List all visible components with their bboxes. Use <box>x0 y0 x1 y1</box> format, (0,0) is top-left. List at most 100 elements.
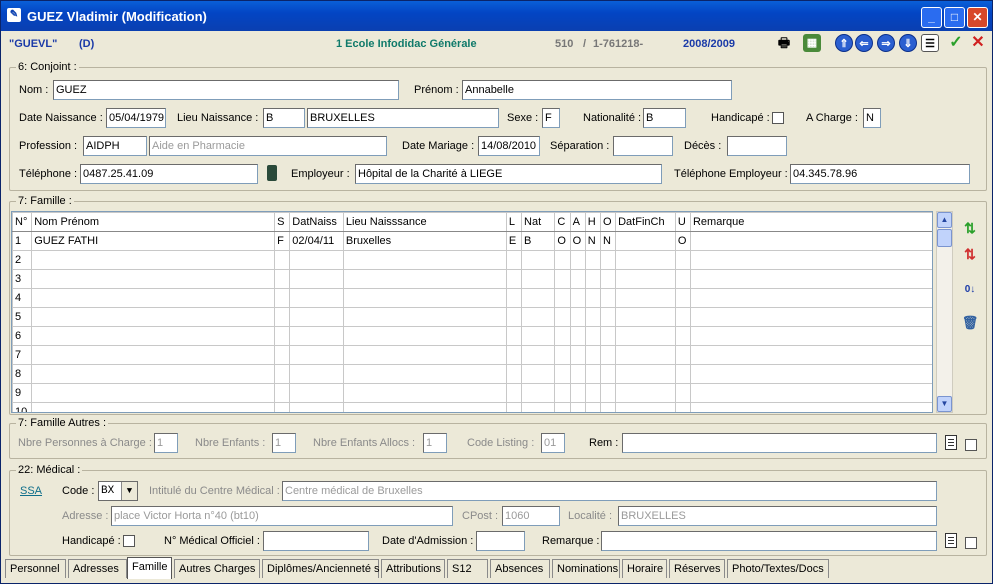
scroll-thumb[interactable] <box>937 229 952 247</box>
grid-cell[interactable] <box>569 364 586 384</box>
grid-cell[interactable]: F <box>274 231 291 251</box>
grid-cell[interactable] <box>521 288 556 308</box>
telephone-field[interactable]: 0487.25.41.09 <box>80 164 258 184</box>
table-row[interactable]: 3 <box>12 269 932 289</box>
date-mariage-field[interactable]: 14/08/2010 <box>478 136 540 156</box>
grid-cell[interactable] <box>569 250 586 270</box>
separation-field[interactable] <box>613 136 673 156</box>
print-icon[interactable]: 🖶 <box>775 34 793 52</box>
grid-cell[interactable] <box>615 326 676 346</box>
move-up-icon[interactable]: ⇅ <box>961 219 979 237</box>
grid-cell[interactable] <box>674 402 691 412</box>
chevron-down-icon[interactable]: ▼ <box>121 482 137 500</box>
grid-cell[interactable] <box>584 307 601 327</box>
grid-cell[interactable] <box>505 364 523 384</box>
grid-cell[interactable] <box>689 288 932 308</box>
ssa-link[interactable]: SSA <box>20 485 42 497</box>
grid-cell[interactable] <box>31 269 276 289</box>
grid-cell[interactable] <box>274 402 291 412</box>
grid-cell[interactable] <box>274 364 291 384</box>
grid-cell[interactable] <box>521 364 556 384</box>
grid-cell[interactable] <box>599 402 617 412</box>
grid-cell[interactable] <box>689 364 932 384</box>
grid-cell[interactable] <box>599 288 617 308</box>
grid-cell[interactable]: E <box>505 231 523 251</box>
row-number[interactable]: 10 <box>12 402 33 412</box>
grid-cell[interactable] <box>569 326 586 346</box>
grid-cell[interactable] <box>674 383 691 403</box>
grid-cell[interactable] <box>554 269 571 289</box>
handicape-checkbox[interactable] <box>772 112 784 124</box>
grid-cell[interactable] <box>31 250 276 270</box>
grid-cell[interactable] <box>615 364 676 384</box>
grid-cell[interactable] <box>569 383 586 403</box>
grid-cell[interactable] <box>584 364 601 384</box>
grid-cell[interactable] <box>274 326 291 346</box>
grid-cell[interactable] <box>521 402 556 412</box>
row-number[interactable]: 9 <box>12 383 33 403</box>
grid-cell[interactable] <box>31 364 276 384</box>
row-number[interactable]: 8 <box>12 364 33 384</box>
a-charge-field[interactable]: N <box>863 108 881 128</box>
grid-cell[interactable] <box>342 345 507 365</box>
grid-cell[interactable] <box>674 307 691 327</box>
grid-cell[interactable] <box>289 326 344 346</box>
grid-cell[interactable] <box>289 269 344 289</box>
grid-cell[interactable] <box>342 307 507 327</box>
grid-cell[interactable] <box>615 345 676 365</box>
employeur-field[interactable]: Hôpital de la Charité à LIEGE <box>355 164 662 184</box>
col-header[interactable]: S <box>274 212 291 232</box>
minimize-button[interactable]: _ <box>921 7 942 28</box>
grid-cell[interactable]: Bruxelles <box>342 231 507 251</box>
grid-cell[interactable] <box>584 288 601 308</box>
grid-cell[interactable] <box>689 402 932 412</box>
grid-cell[interactable] <box>274 383 291 403</box>
list-icon[interactable]: ☰ <box>921 34 939 52</box>
grid-cell[interactable] <box>274 345 291 365</box>
grid-cell[interactable] <box>689 250 932 270</box>
tab-photo-textes-docs[interactable]: Photo/Textes/Docs <box>727 559 829 578</box>
col-header[interactable]: Nom Prénom <box>31 212 276 232</box>
grid-cell[interactable] <box>569 402 586 412</box>
phone-icon[interactable] <box>267 165 277 181</box>
grid-cell[interactable] <box>521 269 556 289</box>
col-header[interactable]: Nat <box>521 212 556 232</box>
grid-cell[interactable] <box>342 269 507 289</box>
lieu-naissance-field[interactable]: BRUXELLES <box>307 108 499 128</box>
scroll-down-icon[interactable]: ▼ <box>937 396 952 412</box>
medical-remark-checkbox[interactable] <box>965 537 977 549</box>
col-header[interactable]: H <box>584 212 601 232</box>
grid-cell[interactable] <box>615 288 676 308</box>
grid-cell[interactable] <box>505 402 523 412</box>
row-number[interactable]: 2 <box>12 250 33 270</box>
grid-cell[interactable] <box>289 364 344 384</box>
delete-row-icon[interactable]: 🗑 <box>961 314 979 332</box>
grid-cell[interactable] <box>599 364 617 384</box>
grid-cell[interactable] <box>31 307 276 327</box>
grid-cell[interactable] <box>505 307 523 327</box>
grid-cell[interactable] <box>599 250 617 270</box>
close-window-button[interactable]: ✕ <box>967 7 988 28</box>
grid-cell[interactable] <box>554 326 571 346</box>
tab-personnel[interactable]: Personnel <box>5 559 66 578</box>
grid-cell[interactable] <box>505 383 523 403</box>
tab-attributions[interactable]: Attributions <box>381 559 445 578</box>
col-header[interactable]: DatFinCh <box>615 212 676 232</box>
grid-cell[interactable] <box>554 402 571 412</box>
grid-cell[interactable] <box>615 383 676 403</box>
grid-cell[interactable] <box>342 250 507 270</box>
prenom-field[interactable]: Annabelle <box>462 80 732 100</box>
profession-code-field[interactable]: AIDPH <box>83 136 147 156</box>
first-record-icon[interactable]: ⇑ <box>835 34 853 52</box>
grid-cell[interactable] <box>674 269 691 289</box>
row-number[interactable]: 1 <box>12 231 33 251</box>
title-bar[interactable]: ✎ GUEZ Vladimir (Modification) _ □ ✕ <box>1 1 992 31</box>
grid-cell[interactable] <box>274 288 291 308</box>
grid-cell[interactable] <box>521 326 556 346</box>
grid-cell[interactable] <box>521 307 556 327</box>
col-header[interactable]: C <box>554 212 571 232</box>
row-number[interactable]: 6 <box>12 326 33 346</box>
grid-cell[interactable] <box>689 326 932 346</box>
grid-cell[interactable]: N <box>599 231 617 251</box>
tab-nominations[interactable]: Nominations <box>552 559 620 578</box>
